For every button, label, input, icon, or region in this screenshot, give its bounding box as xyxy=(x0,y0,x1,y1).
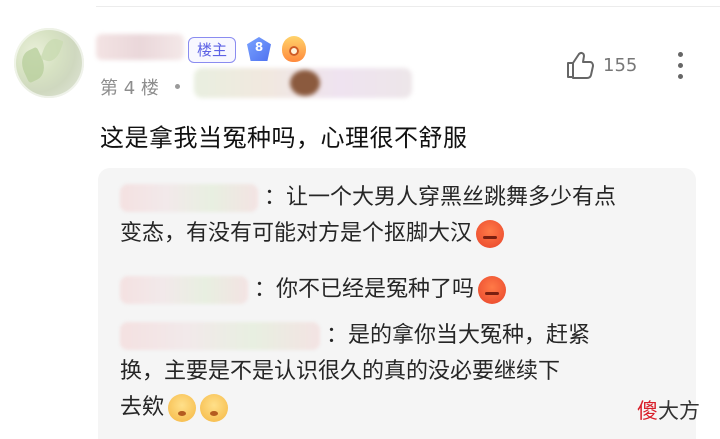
floor-label: 第 4 楼 xyxy=(100,78,159,99)
owner-badge: 楼主 xyxy=(188,37,237,63)
reply-item[interactable]: ：是的拿你当大冤种，赶紧 换，主要是不是认识很久的真的没必要继续下 去欸 xyxy=(120,318,590,426)
reply-text: ：是的拿你当大冤种，赶紧 xyxy=(326,323,591,348)
username-blurred[interactable] xyxy=(96,34,184,60)
watermark: 傻大方 xyxy=(637,395,700,425)
level-badge: 8 xyxy=(247,37,271,61)
avatar-leaf-decoration xyxy=(40,35,64,65)
top-divider xyxy=(96,6,720,7)
reply-username-blurred[interactable] xyxy=(120,276,248,304)
reply-text: 变态，有没有可能对方是个抠脚大汉 xyxy=(120,221,473,246)
reply-text: 换，主要是不是认识很久的真的没必要继续下 xyxy=(120,359,561,384)
more-options-icon[interactable] xyxy=(676,52,684,80)
pet-sticker-icon xyxy=(290,70,320,96)
meta-blurred xyxy=(194,68,412,98)
reply-text: 去欸 xyxy=(120,395,165,420)
reply-item[interactable]: ：让一个大男人穿黑丝跳舞多少有点 变态，有没有可能对方是个抠脚大汉 xyxy=(120,180,616,252)
worried-face-icon xyxy=(168,394,197,422)
reply-username-blurred[interactable] xyxy=(120,322,320,350)
post-content: 这是拿我当冤种吗，心理很不舒服 xyxy=(100,124,468,152)
reply-text: ：让一个大男人穿黑丝跳舞多少有点 xyxy=(264,185,617,210)
separator-dot xyxy=(175,84,180,89)
reply-item[interactable]: ：你不已经是冤种了吗 xyxy=(120,272,507,308)
reply-username-blurred[interactable] xyxy=(120,184,258,212)
watermark-text: 大方 xyxy=(658,399,700,423)
reply-text: ：你不已经是冤种了吗 xyxy=(254,277,475,302)
level-number: 8 xyxy=(254,40,264,54)
avatar[interactable] xyxy=(14,28,84,98)
angry-face-icon xyxy=(478,276,507,304)
worried-face-icon xyxy=(200,394,229,422)
fire-badge-icon xyxy=(282,36,306,62)
angry-face-icon xyxy=(476,220,505,248)
like-icon[interactable] xyxy=(565,50,595,80)
like-count: 155 xyxy=(603,55,638,76)
watermark-char: 傻 xyxy=(637,399,658,423)
